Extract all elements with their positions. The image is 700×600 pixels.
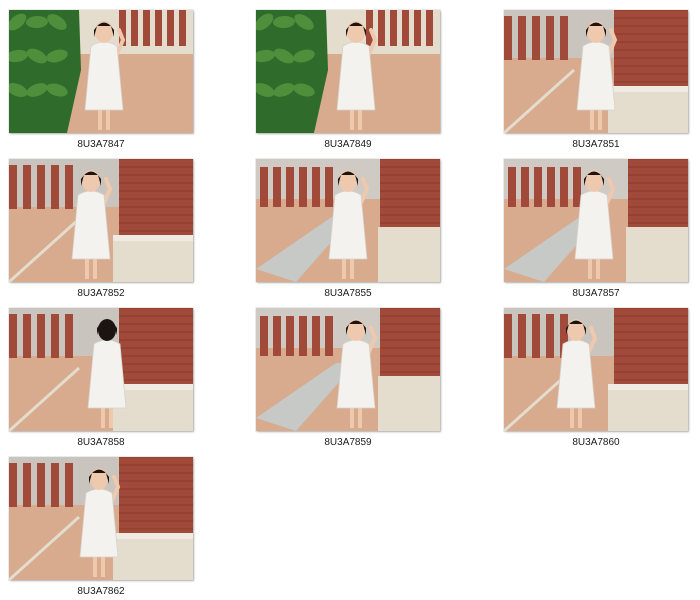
photo-image — [9, 308, 193, 431]
photo-thumbnail[interactable] — [504, 10, 688, 133]
thumbnail-tile[interactable]: 8U3A7857 — [504, 159, 692, 301]
file-name-label: 8U3A7851 — [572, 139, 620, 150]
thumbnail-tile[interactable]: 8U3A7851 — [504, 10, 692, 152]
photo-image — [504, 10, 688, 133]
thumbnail-tile[interactable]: 8U3A7855 — [256, 159, 444, 301]
photo-thumbnail[interactable] — [9, 10, 193, 133]
thumbnail-tile[interactable]: 8U3A7847 — [9, 10, 197, 152]
photo-thumbnail[interactable] — [9, 159, 193, 282]
photo-image — [504, 159, 688, 282]
photo-thumbnail[interactable] — [256, 308, 440, 431]
thumbnail-tile[interactable]: 8U3A7859 — [256, 308, 444, 450]
thumbnail-tile[interactable]: 8U3A7858 — [9, 308, 197, 450]
thumbnail-tile[interactable]: 8U3A7852 — [9, 159, 197, 301]
photo-image — [256, 159, 440, 282]
photo-image — [504, 308, 688, 431]
photo-thumbnail[interactable] — [504, 308, 688, 431]
file-name-label: 8U3A7862 — [77, 586, 125, 597]
photo-image — [9, 457, 193, 580]
photo-image — [256, 308, 440, 431]
file-name-label: 8U3A7849 — [324, 139, 372, 150]
thumbnail-tile[interactable]: 8U3A7862 — [9, 457, 197, 599]
file-name-label: 8U3A7847 — [77, 139, 125, 150]
thumbnail-tile[interactable]: 8U3A7860 — [504, 308, 692, 450]
thumbnail-tile[interactable]: 8U3A7849 — [256, 10, 444, 152]
file-name-label: 8U3A7859 — [324, 437, 372, 448]
photo-image — [256, 10, 440, 133]
photo-thumbnail[interactable] — [256, 159, 440, 282]
file-name-label: 8U3A7852 — [77, 288, 125, 299]
thumbnail-grid: 8U3A7847 8U3A7849 8U3A7851 8U3A7852 8U3A… — [0, 0, 700, 600]
photo-thumbnail[interactable] — [504, 159, 688, 282]
file-name-label: 8U3A7857 — [572, 288, 620, 299]
photo-image — [9, 10, 193, 133]
photo-image — [9, 159, 193, 282]
photo-thumbnail[interactable] — [9, 308, 193, 431]
file-name-label: 8U3A7858 — [77, 437, 125, 448]
file-name-label: 8U3A7860 — [572, 437, 620, 448]
photo-thumbnail[interactable] — [9, 457, 193, 580]
file-name-label: 8U3A7855 — [324, 288, 372, 299]
photo-thumbnail[interactable] — [256, 10, 440, 133]
